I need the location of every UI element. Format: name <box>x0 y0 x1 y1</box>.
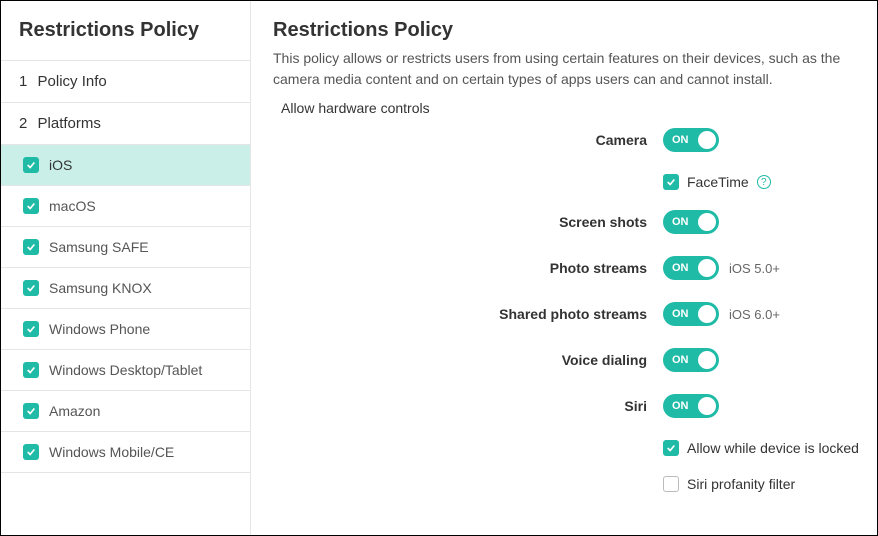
platform-list: iOS macOS Samsung SAFE Samsung KNOX Windows … <box>1 145 250 473</box>
setting-shared-photo-streams: Shared photo streams ON iOS 6.0+ <box>273 302 877 326</box>
platform-label: Amazon <box>49 403 100 419</box>
setting-photo-streams: Photo streams ON iOS 5.0+ <box>273 256 877 280</box>
platform-item-samsung-safe[interactable]: Samsung SAFE <box>1 227 250 268</box>
platform-checkbox[interactable] <box>23 280 39 296</box>
sub-facetime: FaceTime ? <box>663 174 877 190</box>
platform-item-windows-mobile-ce[interactable]: Windows Mobile/CE <box>1 432 250 473</box>
label-camera: Camera <box>273 132 663 148</box>
step-number: 2 <box>19 115 27 132</box>
platform-label: Samsung SAFE <box>49 239 149 255</box>
setting-voice-dialing: Voice dialing ON <box>273 348 877 372</box>
label-voice-dialing: Voice dialing <box>273 352 663 368</box>
platform-label: Samsung KNOX <box>49 280 152 296</box>
checkbox-facetime[interactable] <box>663 174 679 190</box>
check-icon <box>26 365 36 375</box>
section-hardware-controls: Allow hardware controls <box>281 100 877 116</box>
checkbox-siri-profanity[interactable] <box>663 476 679 492</box>
platform-checkbox[interactable] <box>23 403 39 419</box>
check-icon <box>26 283 36 293</box>
toggle-knob <box>698 351 716 369</box>
step-label: Policy Info <box>38 73 107 90</box>
platform-item-macos[interactable]: macOS <box>1 186 250 227</box>
check-icon <box>26 201 36 211</box>
platform-checkbox[interactable] <box>23 239 39 255</box>
platform-item-samsung-knox[interactable]: Samsung KNOX <box>1 268 250 309</box>
checkbox-siri-locked[interactable] <box>663 440 679 456</box>
check-icon <box>26 242 36 252</box>
platform-checkbox[interactable] <box>23 362 39 378</box>
step-number: 1 <box>19 73 27 90</box>
platform-checkbox[interactable] <box>23 444 39 460</box>
setting-screenshots: Screen shots ON <box>273 210 877 234</box>
check-icon <box>666 443 676 453</box>
label-facetime: FaceTime <box>687 174 749 190</box>
platform-label: macOS <box>49 198 96 214</box>
label-screenshots: Screen shots <box>273 214 663 230</box>
setting-siri: Siri ON <box>273 394 877 418</box>
step-label: Platforms <box>38 115 101 132</box>
sidebar-title: Restrictions Policy <box>19 19 232 42</box>
platform-checkbox[interactable] <box>23 198 39 214</box>
platform-checkbox[interactable] <box>23 321 39 337</box>
setting-camera: Camera ON <box>273 128 877 152</box>
toggle-siri[interactable]: ON <box>663 394 719 418</box>
toggle-knob <box>698 305 716 323</box>
platform-label: Windows Phone <box>49 321 150 337</box>
check-icon <box>26 406 36 416</box>
toggle-voice-dialing[interactable]: ON <box>663 348 719 372</box>
check-icon <box>26 324 36 334</box>
sub-siri-locked: Allow while device is locked <box>663 440 877 456</box>
page-title: Restrictions Policy <box>273 19 877 42</box>
platform-item-windows-phone[interactable]: Windows Phone <box>1 309 250 350</box>
sidebar: Restrictions Policy 1 Policy Info 2 Plat… <box>1 1 251 535</box>
platform-label: iOS <box>49 157 72 173</box>
main-panel: Restrictions Policy This policy allows o… <box>251 1 877 535</box>
check-icon <box>26 160 36 170</box>
label-shared-photo-streams: Shared photo streams <box>273 306 663 322</box>
check-icon <box>666 177 676 187</box>
toggle-knob <box>698 213 716 231</box>
toggle-knob <box>698 259 716 277</box>
help-icon[interactable]: ? <box>757 175 771 189</box>
page-description: This policy allows or restricts users fr… <box>273 48 877 90</box>
toggle-camera[interactable]: ON <box>663 128 719 152</box>
hint-photo-streams: iOS 5.0+ <box>729 261 780 276</box>
nav-step-platforms[interactable]: 2 Platforms <box>1 103 250 145</box>
platform-label: Windows Mobile/CE <box>49 444 174 460</box>
label-siri-locked: Allow while device is locked <box>687 440 859 456</box>
toggle-screenshots[interactable]: ON <box>663 210 719 234</box>
label-photo-streams: Photo streams <box>273 260 663 276</box>
platform-item-amazon[interactable]: Amazon <box>1 391 250 432</box>
toggle-photo-streams[interactable]: ON <box>663 256 719 280</box>
sidebar-header: Restrictions Policy <box>1 1 250 61</box>
nav-step-policy-info[interactable]: 1 Policy Info <box>1 61 250 103</box>
check-icon <box>26 447 36 457</box>
toggle-knob <box>698 131 716 149</box>
platform-checkbox[interactable] <box>23 157 39 173</box>
platform-item-windows-desktop-tablet[interactable]: Windows Desktop/Tablet <box>1 350 250 391</box>
toggle-shared-photo-streams[interactable]: ON <box>663 302 719 326</box>
label-siri: Siri <box>273 398 663 414</box>
platform-item-ios[interactable]: iOS <box>1 145 250 186</box>
toggle-knob <box>698 397 716 415</box>
hint-shared-photo-streams: iOS 6.0+ <box>729 307 780 322</box>
sub-siri-profanity: Siri profanity filter <box>663 476 877 492</box>
platform-label: Windows Desktop/Tablet <box>49 362 202 378</box>
label-siri-profanity: Siri profanity filter <box>687 476 795 492</box>
